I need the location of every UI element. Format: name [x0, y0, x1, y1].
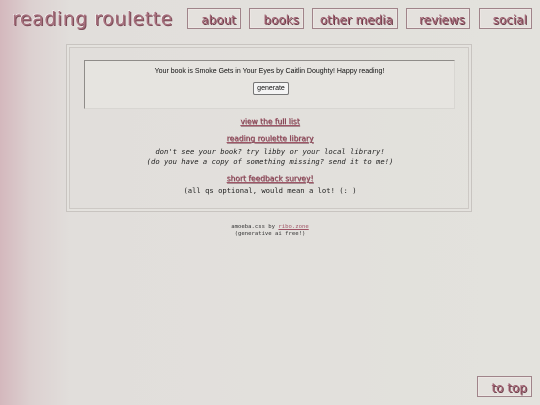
generator-box: Your book is Smoke Gets in Your Eyes by … — [84, 60, 455, 109]
footer-credit-prefix: amoeba.css by — [231, 224, 279, 230]
library-link[interactable]: reading roulette library — [0, 134, 540, 143]
library-hint-line2: (do you have a copy of something missing… — [146, 157, 394, 166]
nav-social-button[interactable]: social — [479, 8, 532, 29]
full-list-link[interactable]: view the full list — [0, 117, 540, 126]
nav-other-media-button[interactable]: other media — [312, 8, 398, 29]
site-title[interactable]: reading roulette — [12, 8, 173, 30]
to-top-button[interactable]: to top — [477, 376, 532, 397]
generate-button[interactable]: generate — [253, 82, 289, 95]
footer-credit: amoeba.css by ribo.zone — [0, 224, 540, 230]
footer-note: (generative ai free!) — [234, 231, 306, 237]
nav-reviews-button[interactable]: reviews — [406, 8, 470, 29]
nav-books-button[interactable]: books — [249, 8, 304, 29]
library-hint-line1: don't see your book? try libby or your l… — [155, 147, 385, 156]
book-result-text: Your book is Smoke Gets in Your Eyes by … — [154, 68, 385, 75]
ribo-zone-link[interactable]: ribo.zone — [278, 224, 308, 230]
feedback-survey-link[interactable]: short feedback survey! — [0, 174, 540, 183]
feedback-note: (all qs optional, would mean a lot! (: ) — [183, 186, 357, 195]
nav-about-button[interactable]: about — [187, 8, 241, 29]
